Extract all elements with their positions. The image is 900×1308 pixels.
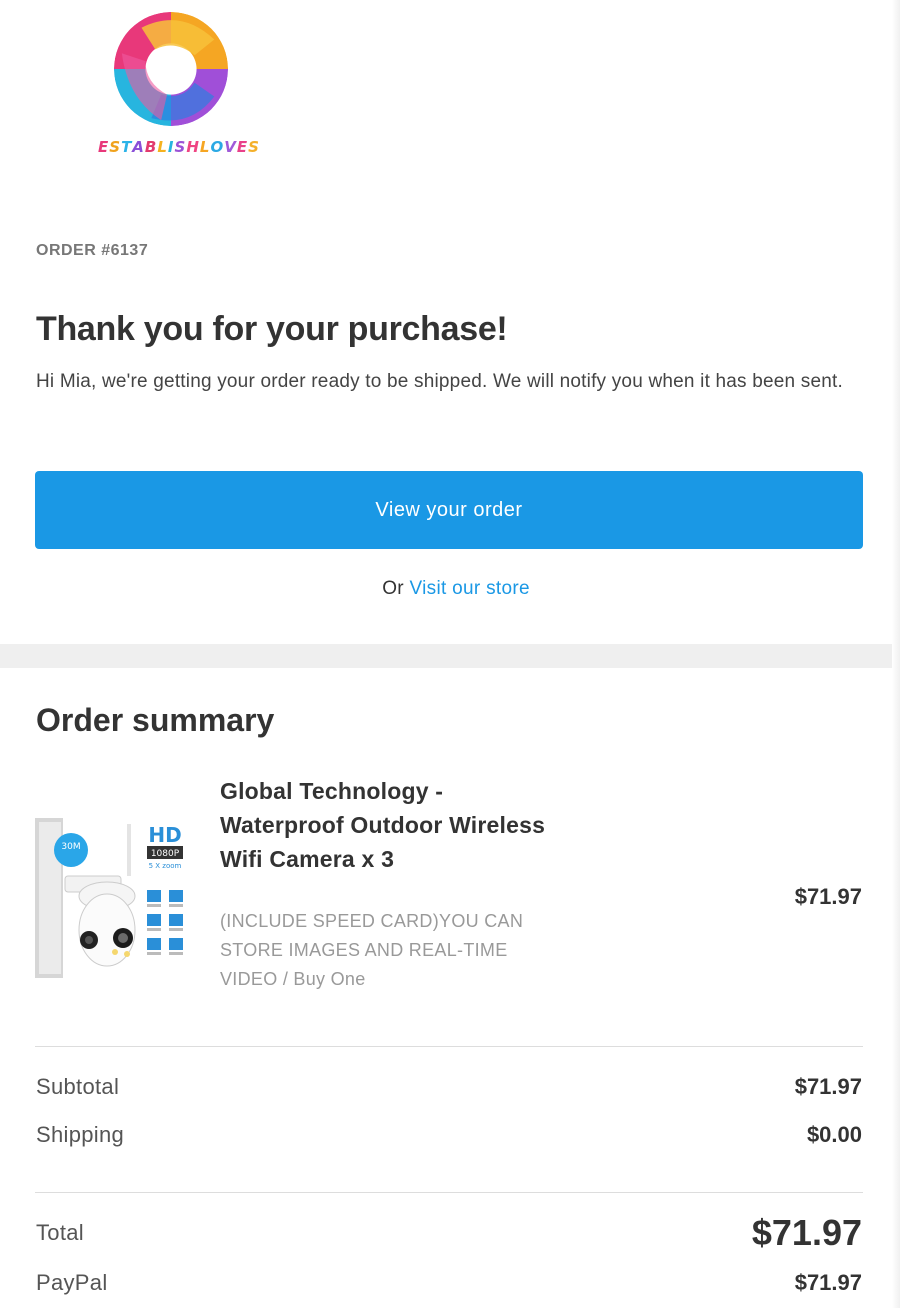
view-order-button[interactable]: View your order <box>35 471 863 549</box>
shipping-value: $0.00 <box>806 1122 862 1147</box>
payment-amount: $71.97 <box>794 1270 862 1295</box>
total-value: $71.97 <box>751 1212 862 1253</box>
total-label: Total <box>36 1220 84 1245</box>
brand-logo-icon <box>113 11 229 127</box>
wordmark-letter: L <box>199 138 211 156</box>
payment-method-label: PayPal <box>36 1270 108 1295</box>
zoom-label: 5 X zoom <box>149 862 182 870</box>
product-variant: (INCLUDE SPEED CARD)YOU CAN STORE IMAGES… <box>220 911 524 989</box>
page-edge-shadow <box>892 0 900 1308</box>
wordmark-letter: A <box>132 138 145 156</box>
wordmark-letter: V <box>224 138 237 156</box>
hd-label: HD <box>148 823 181 847</box>
wordmark-letter: L <box>157 138 168 156</box>
brand-wordmark: ESTABLISHLOVES <box>98 138 260 156</box>
subtotal-label: Subtotal <box>36 1074 120 1099</box>
wordmark-letter: S <box>174 138 187 156</box>
product-image: 30M HD 1080P 5 X zoom <box>35 818 190 978</box>
wordmark-letter: E <box>236 138 249 156</box>
visit-store-line: Or Visit our store <box>0 578 900 600</box>
or-text: Or <box>382 578 404 599</box>
product-price: $71.97 <box>794 884 862 909</box>
wordmark-letter: S <box>248 138 260 156</box>
order-number: ORDER #6137 <box>36 242 149 259</box>
wordmark-letter: T <box>121 138 133 156</box>
page-title: Thank you for your purchase! <box>36 310 508 348</box>
wordmark-letter: S <box>109 138 122 156</box>
shipping-label: Shipping <box>36 1122 125 1147</box>
divider <box>35 1192 863 1193</box>
wordmark-letter: I <box>167 138 175 156</box>
wordmark-letter: E <box>98 138 110 156</box>
wordmark-letter: H <box>186 138 200 156</box>
wordmark-letter: O <box>210 138 225 156</box>
range-badge-text: 30M <box>61 842 80 852</box>
divider <box>35 1046 863 1047</box>
section-separator <box>0 644 900 668</box>
resolution-label: 1080P <box>151 849 180 859</box>
visit-store-link[interactable]: Visit our store <box>410 578 530 599</box>
intro-message: Hi Mia, we're getting your order ready t… <box>36 371 843 392</box>
brand-name: ESTABLISHLOVES <box>98 138 260 156</box>
wordmark-letter: B <box>144 138 158 156</box>
subtotal-value: $71.97 <box>794 1074 862 1099</box>
order-summary-title: Order summary <box>36 702 275 738</box>
product-title: Global Technology - Waterproof Outdoor W… <box>220 778 546 872</box>
